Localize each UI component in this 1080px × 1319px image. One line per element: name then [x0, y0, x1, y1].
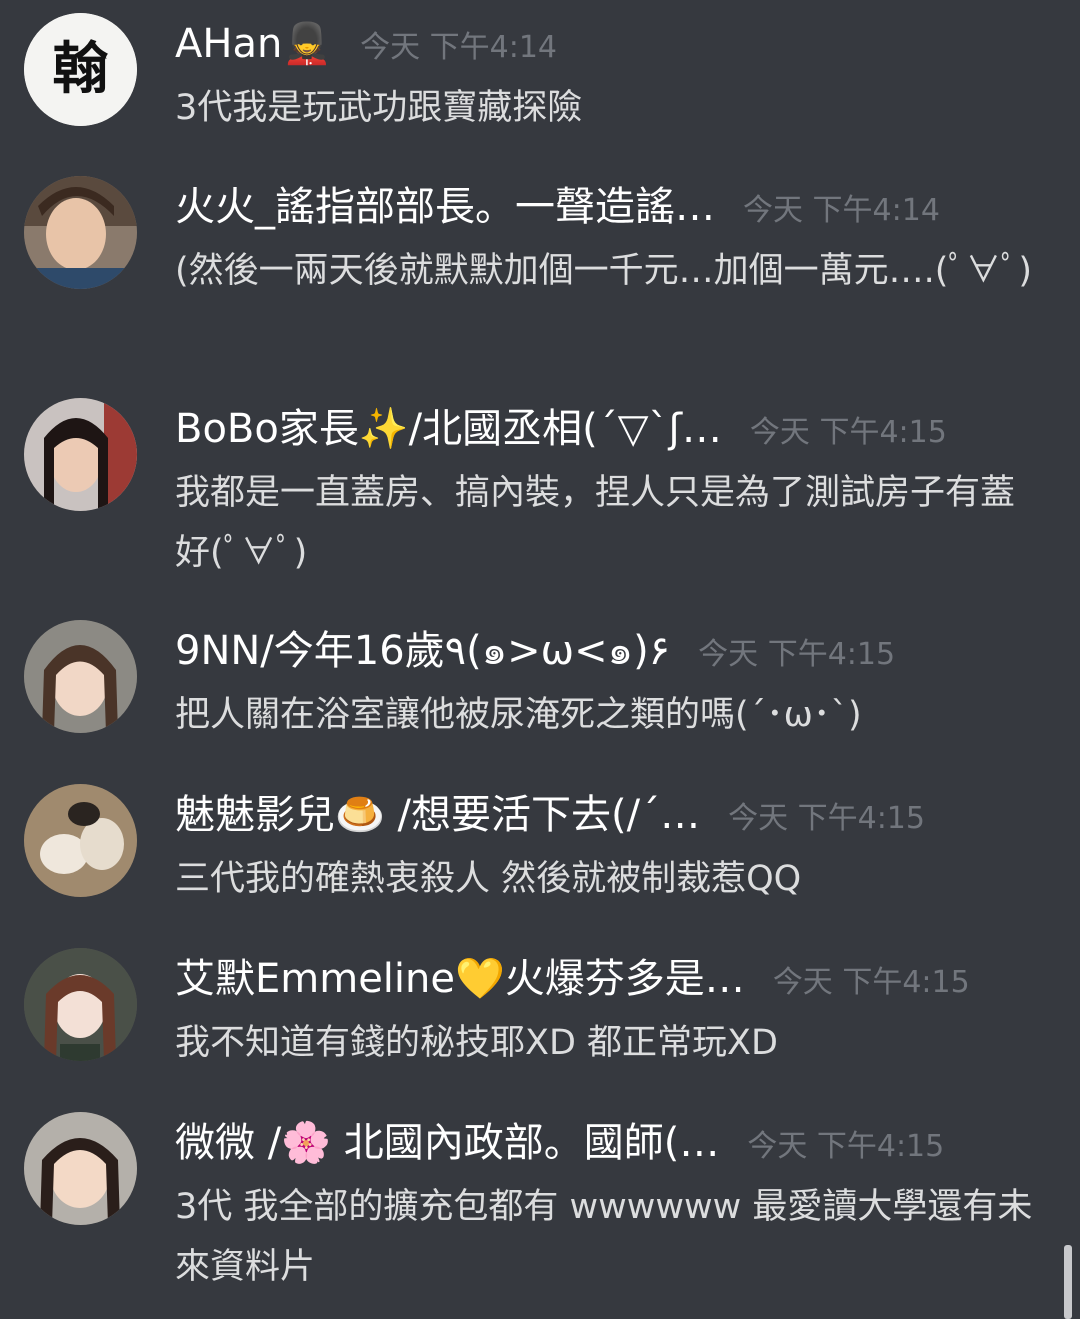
username[interactable]: BoBo家長✨/北國丞相(´▽`ʃ… [175, 403, 722, 455]
message-header: 艾默Emmeline💛火爆芬多是… 今天 下午4:15 [175, 953, 1056, 1005]
scrollbar[interactable] [1064, 1245, 1072, 1319]
user-avatar[interactable] [24, 620, 137, 733]
timestamp: 今天 下午4:15 [728, 801, 925, 836]
user-avatar[interactable] [24, 176, 137, 289]
calligraphy-avatar-icon: 翰 [24, 13, 137, 126]
message-header: 微微 /🌸 北國內政部。國師(… 今天 下午4:15 [175, 1117, 1056, 1169]
svg-text:翰: 翰 [53, 36, 109, 102]
photo-avatar-icon [24, 398, 137, 511]
timestamp: 今天 下午4:15 [747, 1129, 945, 1164]
user-avatar[interactable] [24, 948, 137, 1061]
photo-avatar-icon [24, 1112, 137, 1225]
timestamp: 今天 下午4:14 [360, 30, 558, 65]
message-header: 魅魅影兒🍮 /想要活下去(/´… 今天 下午4:15 [175, 789, 1056, 841]
username[interactable]: 艾默Emmeline💛火爆芬多是… [175, 953, 745, 1005]
message-text: 三代我的確熱衷殺人 然後就被制裁惹QQ [175, 859, 802, 899]
message-text: 我都是一直蓋房、搞內裝，捏人只是為了測試房子有蓋好(ﾟ∀ﾟ) [175, 473, 1016, 573]
username[interactable]: 9NN/今年16歲٩(๑>ω<๑)۶ [175, 625, 670, 677]
message-header: AHan💂 今天 下午4:14 [175, 18, 1056, 70]
user-avatar[interactable] [24, 1112, 137, 1225]
message-header: 9NN/今年16歲٩(๑>ω<๑)۶ 今天 下午4:15 [175, 625, 1056, 677]
username[interactable]: 火火_謠指部部長。一聲造謠… [175, 181, 715, 233]
user-avatar[interactable] [24, 784, 137, 897]
message-text: 3代我是玩武功跟寶藏探險 [175, 88, 583, 128]
message-text: 把人關在浴室讓他被尿淹死之類的嗎(´･ω･`) [175, 695, 862, 735]
username[interactable]: 魅魅影兒🍮 /想要活下去(/´… [175, 789, 700, 841]
message-text: 3代 我全部的擴充包都有 wwwwww 最愛讀大學還有未來資料片 [175, 1187, 1033, 1287]
message-text: (然後一兩天後就默默加個一千元…加個一萬元….(ﾟ∀ﾟ) [175, 251, 1033, 291]
timestamp: 今天 下午4:15 [698, 637, 896, 672]
message-header: BoBo家長✨/北國丞相(´▽`ʃ… 今天 下午4:15 [175, 403, 1056, 455]
timestamp: 今天 下午4:15 [772, 965, 970, 1000]
username[interactable]: AHan💂 [175, 18, 332, 70]
photo-avatar-icon [24, 620, 137, 733]
photo-avatar-icon [24, 948, 137, 1061]
user-avatar[interactable] [24, 398, 137, 511]
username[interactable]: 微微 /🌸 北國內政部。國師(… [175, 1117, 719, 1169]
message-header: 火火_謠指部部長。一聲造謠… 今天 下午4:14 [175, 181, 1056, 233]
timestamp: 今天 下午4:15 [749, 415, 947, 450]
cats-photo-avatar-icon [24, 784, 137, 897]
photo-avatar-icon [24, 176, 137, 289]
message-text: 我不知道有錢的秘技耶XD 都正常玩XD [175, 1023, 778, 1063]
user-avatar[interactable]: 翰 [24, 13, 137, 126]
timestamp: 今天 下午4:14 [743, 193, 940, 228]
